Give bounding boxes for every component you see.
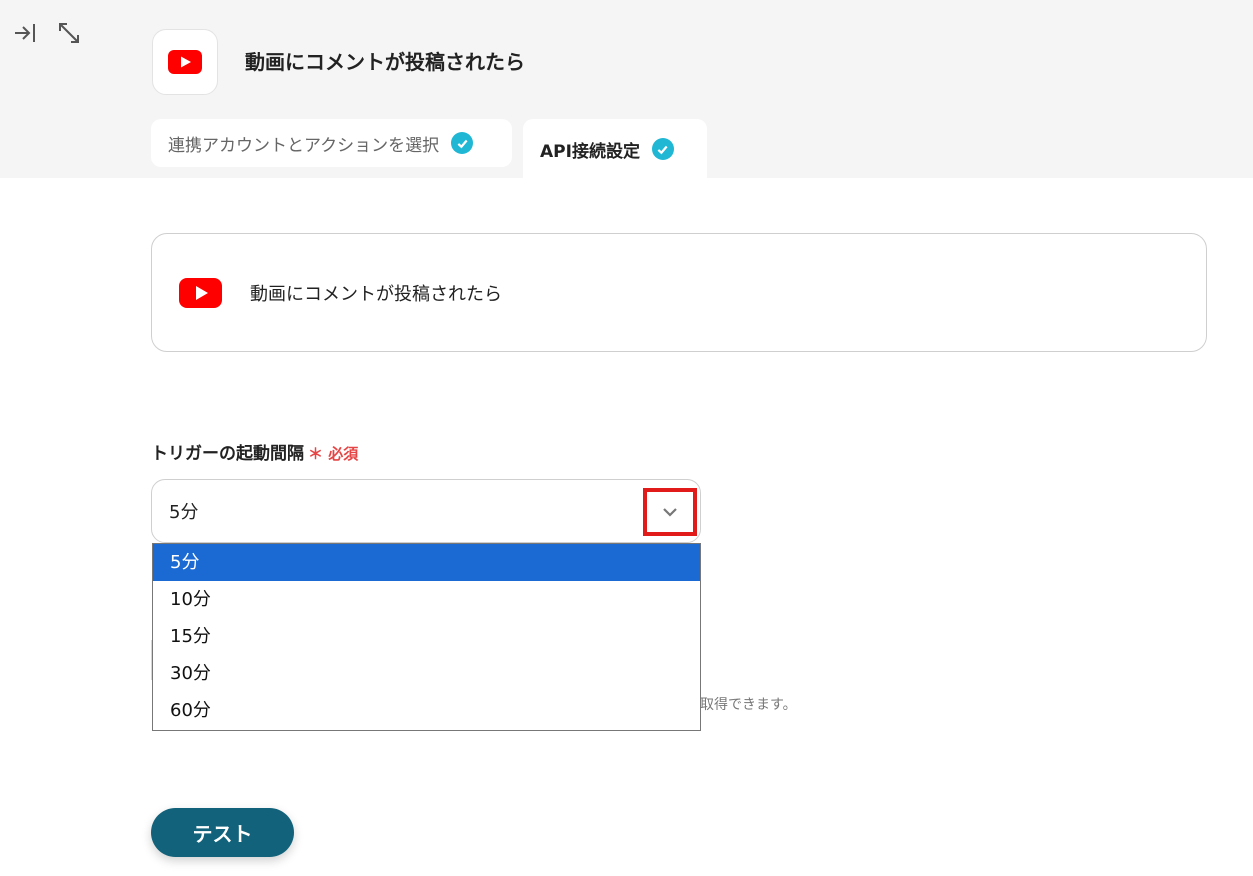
youtube-icon bbox=[168, 50, 202, 74]
dropdown-option[interactable]: 10分 bbox=[153, 581, 700, 618]
interval-dropdown-list[interactable]: 5分 10分 15分 30分 60分 bbox=[152, 543, 701, 731]
chevron-down-icon[interactable] bbox=[643, 488, 697, 536]
tab-label: 連携アカウントとアクションを選択 bbox=[168, 135, 440, 156]
youtube-icon bbox=[179, 277, 222, 308]
help-text: ら取得できます。 bbox=[686, 697, 797, 713]
trigger-label: 動画にコメントが投稿されたら bbox=[250, 283, 502, 305]
page-title: 動画にコメントが投稿されたら bbox=[245, 50, 525, 74]
tab-api-settings[interactable]: API接続設定 bbox=[523, 119, 707, 179]
tab-label: API接続設定 bbox=[540, 141, 640, 162]
check-icon bbox=[451, 132, 474, 154]
dropdown-option[interactable]: 30分 bbox=[153, 655, 700, 692]
dropdown-option[interactable]: 60分 bbox=[153, 692, 700, 729]
trigger-card: 動画にコメントが投稿されたら bbox=[151, 233, 1207, 352]
app-logo bbox=[152, 29, 218, 95]
dropdown-option[interactable]: 5分 bbox=[153, 544, 700, 581]
tab-account-action[interactable]: 連携アカウントとアクションを選択 bbox=[151, 119, 512, 167]
dropdown-option[interactable]: 15分 bbox=[153, 618, 700, 655]
select-value: 5分 bbox=[169, 502, 199, 523]
expand-icon[interactable] bbox=[54, 18, 84, 48]
interval-field-label: トリガーの起動間隔＊ 必須 bbox=[151, 444, 359, 464]
collapse-panel-icon[interactable] bbox=[10, 18, 40, 48]
required-badge: ＊ 必須 bbox=[308, 445, 359, 463]
interval-select[interactable]: 5分 bbox=[151, 479, 701, 543]
check-icon bbox=[651, 138, 674, 160]
test-button[interactable]: テスト bbox=[151, 808, 294, 857]
